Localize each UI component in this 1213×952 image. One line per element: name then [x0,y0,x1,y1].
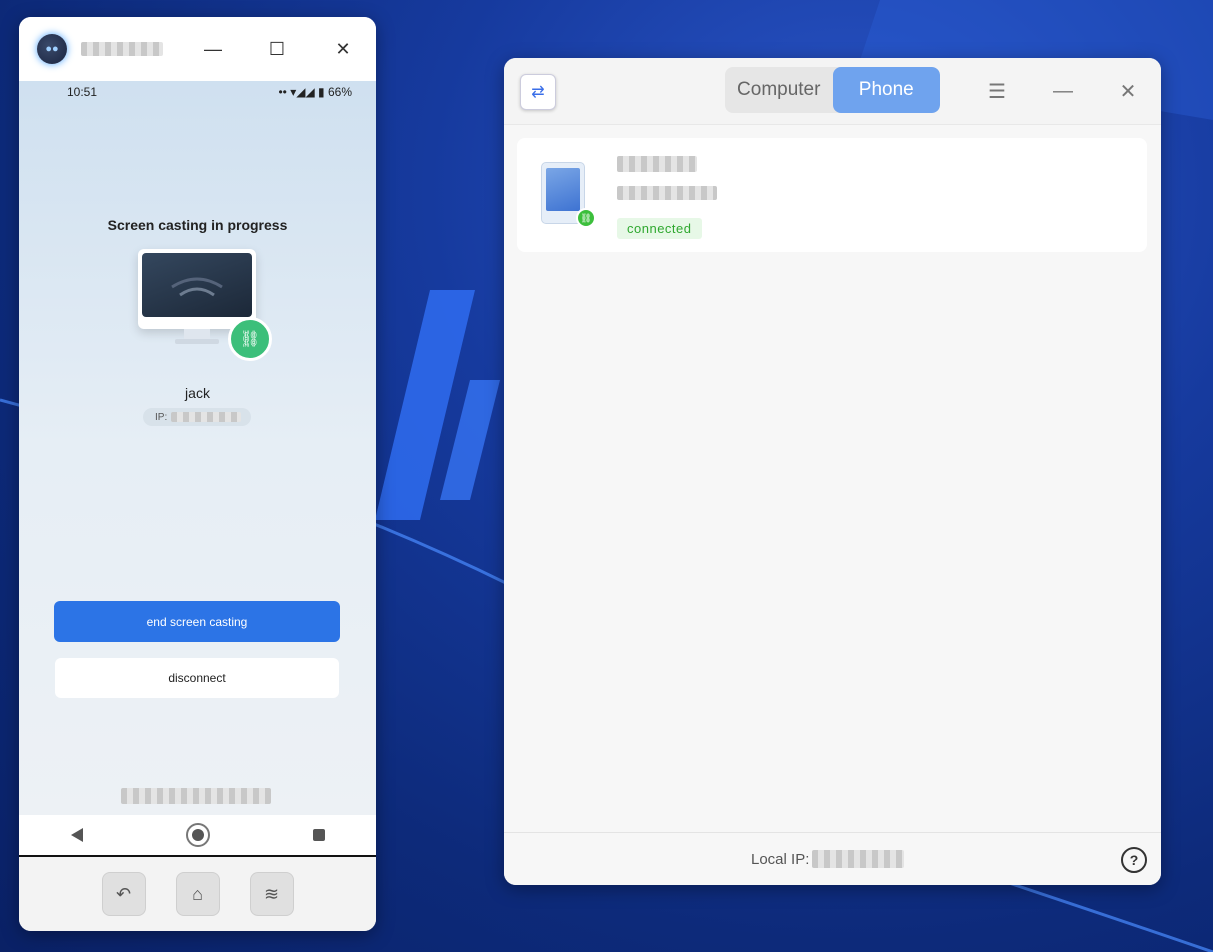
minimize-button[interactable]: — [201,37,225,61]
phone-mirror-window: ●● — ☐ ✕ 10:51 •• ▾◢◢ ▮ 66% Screen casti… [19,17,376,931]
minimize-icon: — [1053,79,1073,102]
status-bar: 10:51 •• ▾◢◢ ▮ 66% [19,81,376,103]
multitask-button[interactable]: ≋ [249,872,294,916]
close-button[interactable]: ✕ [331,37,355,61]
back-icon[interactable] [70,828,83,842]
ip-label: IP: [155,411,168,423]
device-ip: IP: [143,408,251,426]
window-title-redacted [81,42,163,56]
close-icon: ✕ [335,38,351,59]
link-icon: ⛓ [576,208,596,228]
signal-icon: •• ▾◢◢ ▮ [278,85,325,99]
collaboration-titlebar: ⇄ Computer Phone ☰ — ✕ [504,58,1161,125]
maximize-icon: ☐ [268,38,286,59]
battery-level: 66% [327,85,352,99]
monitor-base [175,339,219,344]
transfer-logo-icon: ⇄ [520,74,556,110]
close-icon: ✕ [1119,80,1137,103]
home-icon[interactable] [185,823,210,847]
android-navigation-bar [19,815,376,857]
home-outline-icon: ⌂ [192,883,203,904]
monitor-illustration [138,249,256,329]
device-type-switch: Computer Phone [725,67,940,113]
transfer-icon: ⇄ [531,84,545,101]
status-time: 10:51 [67,85,98,99]
status-indicators: •• ▾◢◢ ▮ 66% [278,85,352,99]
tab-computer[interactable]: Computer [725,67,833,113]
footer-text-redacted [121,788,271,804]
connected-device-name: jack [185,385,210,401]
recent-apps-icon[interactable] [312,829,325,841]
device-detail-redacted [617,186,717,200]
layers-icon: ≋ [263,883,280,904]
wifi-icon [171,277,223,297]
help-button[interactable]: ? [1121,847,1147,873]
maximize-button[interactable]: ☐ [265,37,289,61]
back-button[interactable]: ↶ [101,872,146,916]
local-ip-value-redacted [812,850,905,868]
link-icon: ⛓ [228,317,272,361]
app-logo-icon: ●● [37,34,67,64]
device-card[interactable]: ⛓ connected [517,138,1147,252]
disconnect-button[interactable]: disconnect [55,658,339,698]
tab-phone[interactable]: Phone [832,67,940,113]
casting-status-title: Screen casting in progress [107,217,288,233]
minimize-button[interactable]: — [1050,78,1076,104]
home-button[interactable]: ⌂ [175,872,220,916]
monitor-stand [184,329,210,339]
help-icon: ? [1129,852,1139,868]
collaboration-window: ⇄ Computer Phone ☰ — ✕ ⛓ connected Local… [504,58,1161,885]
close-button[interactable]: ✕ [1115,78,1141,104]
monitor-screen [142,253,252,317]
menu-button[interactable]: ☰ [984,78,1010,104]
minimize-icon: — [204,38,222,59]
end-screen-casting-button[interactable]: end screen casting [54,601,340,642]
device-name-redacted [617,156,697,172]
hamburger-menu-icon: ☰ [988,80,1006,103]
local-ip: Local IP: [751,850,905,868]
phone-screen: 10:51 •• ▾◢◢ ▮ 66% Screen casting in pro… [19,81,376,815]
phone-window-titlebar: ●● — ☐ ✕ [19,17,376,81]
ip-value-redacted [171,412,242,422]
status-badge: connected [617,218,702,239]
collaboration-footer: Local IP: ? [504,832,1161,885]
phone-control-toolbar: ↶ ⌂ ≋ [19,857,376,931]
undo-icon: ↶ [115,883,132,904]
local-ip-label: Local IP: [751,850,810,868]
